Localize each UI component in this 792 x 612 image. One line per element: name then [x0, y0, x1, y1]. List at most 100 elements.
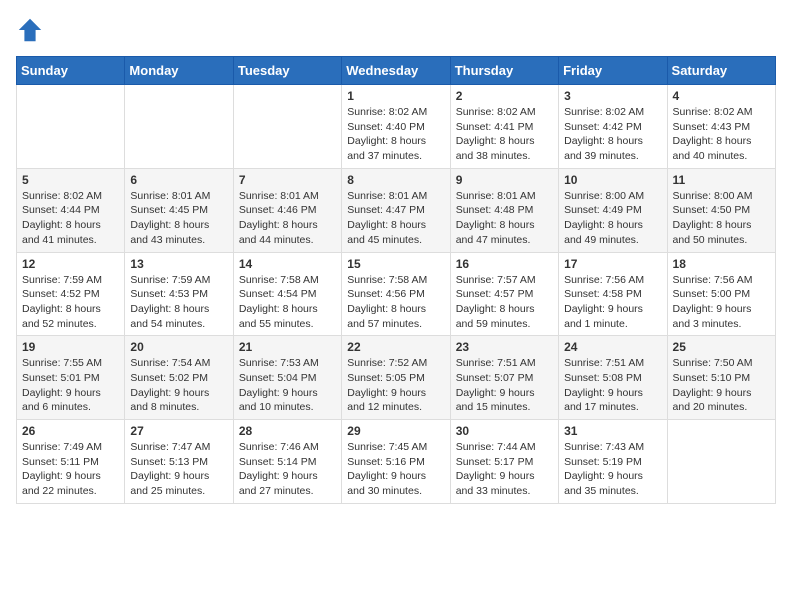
calendar-table: SundayMondayTuesdayWednesdayThursdayFrid…: [16, 56, 776, 504]
day-info: Sunrise: 7:45 AM Sunset: 5:16 PM Dayligh…: [347, 440, 444, 499]
day-info: Sunrise: 8:02 AM Sunset: 4:40 PM Dayligh…: [347, 105, 444, 164]
day-info: Sunrise: 7:50 AM Sunset: 5:10 PM Dayligh…: [673, 356, 770, 415]
calendar-cell: 4 Sunrise: 8:02 AM Sunset: 4:43 PM Daylig…: [667, 85, 775, 169]
day-info: Sunrise: 7:53 AM Sunset: 5:04 PM Dayligh…: [239, 356, 336, 415]
day-info: Sunrise: 8:02 AM Sunset: 4:42 PM Dayligh…: [564, 105, 661, 164]
day-number: 15: [347, 257, 444, 271]
calendar-cell: 1 Sunrise: 8:02 AM Sunset: 4:40 PM Daylig…: [342, 85, 450, 169]
calendar-cell: 29 Sunrise: 7:45 AM Sunset: 5:16 PM Dayli…: [342, 420, 450, 504]
calendar-cell: 24 Sunrise: 7:51 AM Sunset: 5:08 PM Dayli…: [559, 336, 667, 420]
day-number: 27: [130, 424, 227, 438]
calendar-cell: [233, 85, 341, 169]
calendar-cell: 12 Sunrise: 7:59 AM Sunset: 4:52 PM Dayli…: [17, 252, 125, 336]
day-number: 11: [673, 173, 770, 187]
calendar-cell: 8 Sunrise: 8:01 AM Sunset: 4:47 PM Daylig…: [342, 168, 450, 252]
day-info: Sunrise: 7:58 AM Sunset: 4:54 PM Dayligh…: [239, 273, 336, 332]
calendar-cell: 19Sunrise: 7:55 AM Sunset: 5:01 PM Dayli…: [17, 336, 125, 420]
day-number: 13: [130, 257, 227, 271]
day-info: Sunrise: 8:01 AM Sunset: 4:47 PM Dayligh…: [347, 189, 444, 248]
calendar-cell: 30 Sunrise: 7:44 AM Sunset: 5:17 PM Dayli…: [450, 420, 558, 504]
day-number: 3: [564, 89, 661, 103]
calendar-cell: 11 Sunrise: 8:00 AM Sunset: 4:50 PM Dayli…: [667, 168, 775, 252]
calendar-cell: 9 Sunrise: 8:01 AM Sunset: 4:48 PM Daylig…: [450, 168, 558, 252]
day-number: 20: [130, 340, 227, 354]
day-info: Sunrise: 8:01 AM Sunset: 4:48 PM Dayligh…: [456, 189, 553, 248]
day-number: 8: [347, 173, 444, 187]
page-header: [16, 16, 776, 44]
calendar-cell: 13 Sunrise: 7:59 AM Sunset: 4:53 PM Dayli…: [125, 252, 233, 336]
day-info: Sunrise: 7:56 AM Sunset: 4:58 PM Dayligh…: [564, 273, 661, 332]
day-info: Sunrise: 7:44 AM Sunset: 5:17 PM Dayligh…: [456, 440, 553, 499]
day-number: 9: [456, 173, 553, 187]
calendar-cell: 21 Sunrise: 7:53 AM Sunset: 5:04 PM Dayli…: [233, 336, 341, 420]
day-number: 1: [347, 89, 444, 103]
day-info: Sunrise: 7:56 AM Sunset: 5:00 PM Dayligh…: [673, 273, 770, 332]
day-number: 29: [347, 424, 444, 438]
calendar-week-row: 19Sunrise: 7:55 AM Sunset: 5:01 PM Dayli…: [17, 336, 776, 420]
calendar-cell: 27 Sunrise: 7:47 AM Sunset: 5:13 PM Dayli…: [125, 420, 233, 504]
calendar-cell: 18 Sunrise: 7:56 AM Sunset: 5:00 PM Dayli…: [667, 252, 775, 336]
weekday-header: Sunday: [17, 57, 125, 85]
calendar-week-row: 12 Sunrise: 7:59 AM Sunset: 4:52 PM Dayli…: [17, 252, 776, 336]
weekday-row: SundayMondayTuesdayWednesdayThursdayFrid…: [17, 57, 776, 85]
day-info: Sunrise: 7:52 AM Sunset: 5:05 PM Dayligh…: [347, 356, 444, 415]
day-number: 21: [239, 340, 336, 354]
calendar-cell: [667, 420, 775, 504]
calendar-cell: 10 Sunrise: 8:00 AM Sunset: 4:49 PM Dayli…: [559, 168, 667, 252]
weekday-header: Wednesday: [342, 57, 450, 85]
day-info: Sunrise: 8:02 AM Sunset: 4:41 PM Dayligh…: [456, 105, 553, 164]
calendar-cell: 26 Sunrise: 7:49 AM Sunset: 5:11 PM Dayli…: [17, 420, 125, 504]
day-number: 7: [239, 173, 336, 187]
day-number: 24: [564, 340, 661, 354]
calendar-header: SundayMondayTuesdayWednesdayThursdayFrid…: [17, 57, 776, 85]
weekday-header: Tuesday: [233, 57, 341, 85]
day-number: 31: [564, 424, 661, 438]
day-info: Sunrise: 7:54 AM Sunset: 5:02 PM Dayligh…: [130, 356, 227, 415]
day-info: Sunrise: 8:02 AM Sunset: 4:44 PM Dayligh…: [22, 189, 119, 248]
calendar-cell: 6 Sunrise: 8:01 AM Sunset: 4:45 PM Daylig…: [125, 168, 233, 252]
day-number: 18: [673, 257, 770, 271]
calendar-cell: 16Sunrise: 7:57 AM Sunset: 4:57 PM Dayli…: [450, 252, 558, 336]
day-info: Sunrise: 7:59 AM Sunset: 4:53 PM Dayligh…: [130, 273, 227, 332]
day-number: 2: [456, 89, 553, 103]
day-number: 26: [22, 424, 119, 438]
day-info: Sunrise: 8:02 AM Sunset: 4:43 PM Dayligh…: [673, 105, 770, 164]
day-number: 14: [239, 257, 336, 271]
calendar-week-row: 1 Sunrise: 8:02 AM Sunset: 4:40 PM Daylig…: [17, 85, 776, 169]
logo-icon: [16, 16, 44, 44]
logo: [16, 16, 48, 44]
calendar-week-row: 5Sunrise: 8:02 AM Sunset: 4:44 PM Daylig…: [17, 168, 776, 252]
calendar-body: 1 Sunrise: 8:02 AM Sunset: 4:40 PM Daylig…: [17, 85, 776, 504]
calendar-cell: 28Sunrise: 7:46 AM Sunset: 5:14 PM Dayli…: [233, 420, 341, 504]
calendar-cell: 22Sunrise: 7:52 AM Sunset: 5:05 PM Dayli…: [342, 336, 450, 420]
calendar-cell: 2 Sunrise: 8:02 AM Sunset: 4:41 PM Daylig…: [450, 85, 558, 169]
day-number: 6: [130, 173, 227, 187]
calendar-cell: [17, 85, 125, 169]
day-info: Sunrise: 8:01 AM Sunset: 4:45 PM Dayligh…: [130, 189, 227, 248]
day-number: 10: [564, 173, 661, 187]
calendar-cell: 5Sunrise: 8:02 AM Sunset: 4:44 PM Daylig…: [17, 168, 125, 252]
day-number: 12: [22, 257, 119, 271]
day-info: Sunrise: 7:58 AM Sunset: 4:56 PM Dayligh…: [347, 273, 444, 332]
weekday-header: Saturday: [667, 57, 775, 85]
day-number: 19: [22, 340, 119, 354]
day-info: Sunrise: 7:43 AM Sunset: 5:19 PM Dayligh…: [564, 440, 661, 499]
day-info: Sunrise: 7:47 AM Sunset: 5:13 PM Dayligh…: [130, 440, 227, 499]
day-info: Sunrise: 7:49 AM Sunset: 5:11 PM Dayligh…: [22, 440, 119, 499]
calendar-cell: 23 Sunrise: 7:51 AM Sunset: 5:07 PM Dayli…: [450, 336, 558, 420]
day-info: Sunrise: 7:57 AM Sunset: 4:57 PM Dayligh…: [456, 273, 553, 332]
day-number: 28: [239, 424, 336, 438]
day-number: 4: [673, 89, 770, 103]
weekday-header: Friday: [559, 57, 667, 85]
day-info: Sunrise: 7:59 AM Sunset: 4:52 PM Dayligh…: [22, 273, 119, 332]
day-info: Sunrise: 7:51 AM Sunset: 5:07 PM Dayligh…: [456, 356, 553, 415]
day-number: 17: [564, 257, 661, 271]
calendar-cell: 20 Sunrise: 7:54 AM Sunset: 5:02 PM Dayli…: [125, 336, 233, 420]
day-number: 23: [456, 340, 553, 354]
day-info: Sunrise: 7:51 AM Sunset: 5:08 PM Dayligh…: [564, 356, 661, 415]
calendar-cell: 3 Sunrise: 8:02 AM Sunset: 4:42 PM Daylig…: [559, 85, 667, 169]
day-info: Sunrise: 8:00 AM Sunset: 4:49 PM Dayligh…: [564, 189, 661, 248]
day-number: 30: [456, 424, 553, 438]
calendar-cell: 31 Sunrise: 7:43 AM Sunset: 5:19 PM Dayli…: [559, 420, 667, 504]
day-info: Sunrise: 8:00 AM Sunset: 4:50 PM Dayligh…: [673, 189, 770, 248]
